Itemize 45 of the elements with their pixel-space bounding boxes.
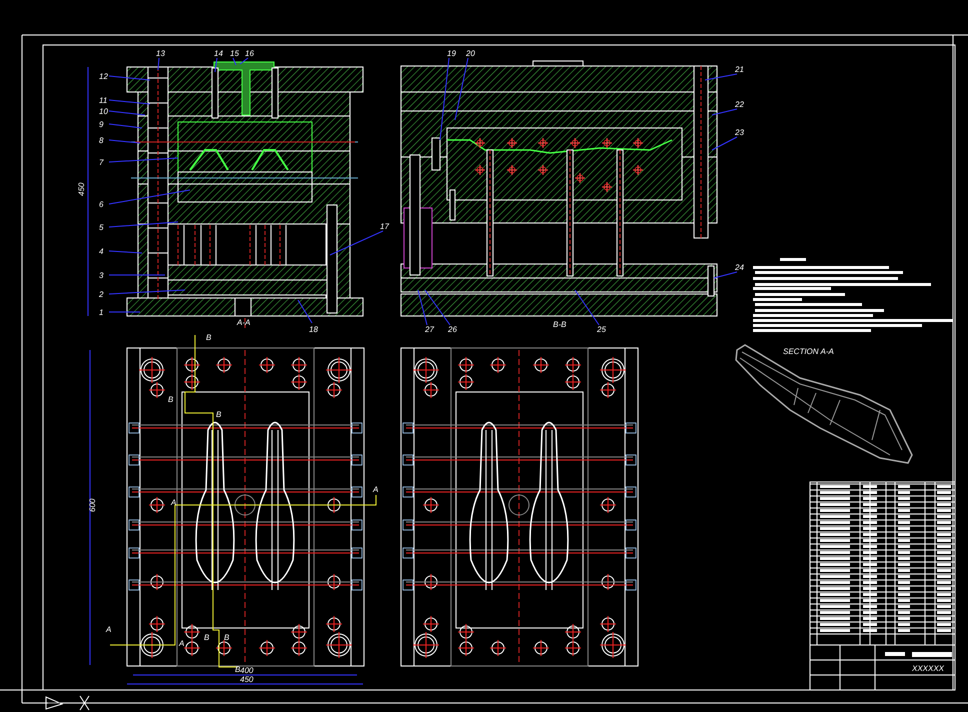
part-number: 11 bbox=[99, 96, 108, 105]
part-number: 21 bbox=[735, 65, 744, 74]
part-number: 12 bbox=[99, 72, 108, 81]
part-number: 15 bbox=[230, 49, 239, 58]
dimension-text: 400 bbox=[240, 666, 254, 675]
part-number: 20 bbox=[466, 49, 475, 58]
section-label: B-B bbox=[553, 320, 566, 329]
section-mark: B bbox=[206, 333, 212, 342]
part-number: 9 bbox=[99, 120, 104, 129]
dimension-text: 600 bbox=[88, 498, 97, 512]
section-mark: B bbox=[235, 665, 240, 674]
part-number: 26 bbox=[448, 325, 457, 334]
part-number: 16 bbox=[245, 49, 254, 58]
part-number: 7 bbox=[99, 158, 104, 167]
section-mark: B bbox=[204, 633, 210, 642]
section-mark: A bbox=[179, 639, 184, 648]
part-number: 10 bbox=[99, 107, 108, 116]
part-number: 5 bbox=[99, 223, 104, 232]
dimension-text: 450 bbox=[240, 675, 254, 684]
section-mark: B bbox=[224, 633, 230, 642]
view-label: SECTION A-A bbox=[783, 347, 834, 356]
part-number: 17 bbox=[380, 222, 389, 231]
part-number: 1 bbox=[99, 308, 104, 317]
part-number: 6 bbox=[99, 200, 104, 209]
dimension-text: 450 bbox=[77, 182, 86, 196]
part-number: 23 bbox=[735, 128, 744, 137]
part-number: 19 bbox=[447, 49, 456, 58]
part-number: 13 bbox=[156, 49, 165, 58]
section-mark: B bbox=[216, 410, 222, 419]
drawing-number: XXXXXX bbox=[912, 664, 944, 673]
part-number: 25 bbox=[597, 325, 606, 334]
section-mark: A bbox=[373, 485, 378, 494]
part-number: 24 bbox=[735, 263, 744, 272]
section-mark: A bbox=[106, 625, 112, 634]
part-number: 3 bbox=[99, 271, 104, 280]
part-number: 14 bbox=[214, 49, 223, 58]
part-number: 8 bbox=[99, 136, 104, 145]
section-label: A-A bbox=[237, 318, 250, 327]
part-number: 4 bbox=[99, 247, 104, 256]
part-number: 2 bbox=[99, 290, 104, 299]
part-number: 18 bbox=[309, 325, 318, 334]
part-number: 22 bbox=[735, 100, 744, 109]
section-mark: B bbox=[168, 395, 174, 404]
part-number: 27 bbox=[425, 325, 434, 334]
section-mark: A bbox=[171, 498, 176, 507]
